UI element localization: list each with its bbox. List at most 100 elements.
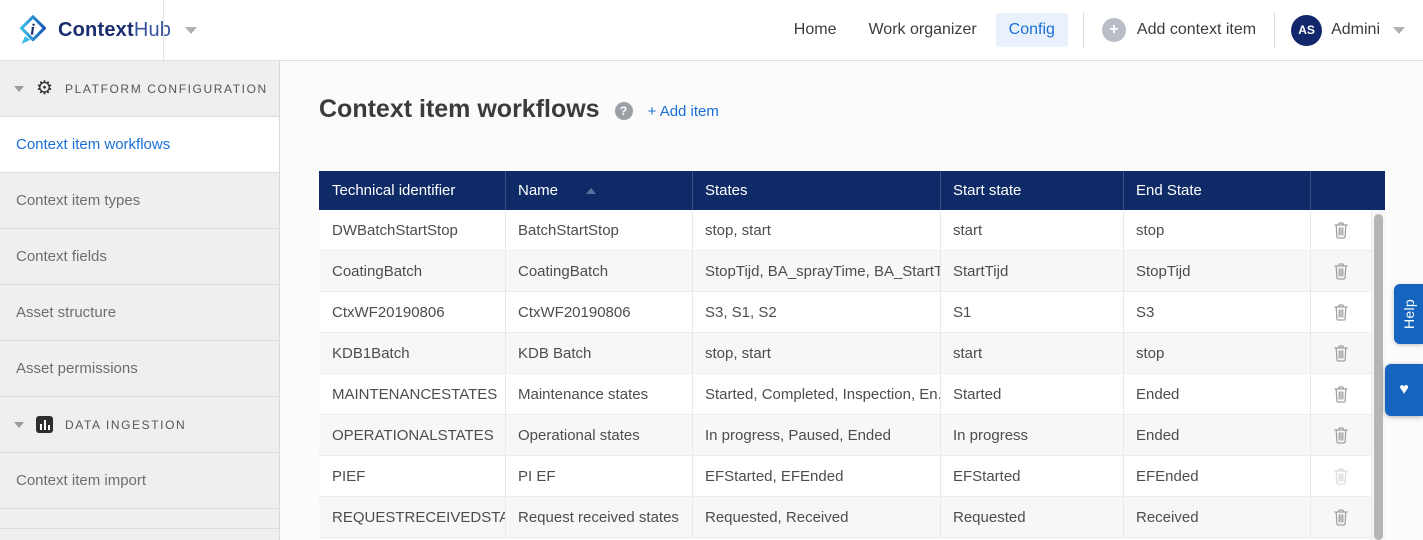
gear-icon: ⚙ (36, 78, 54, 99)
cell-technical-identifier: DWBatchStartStop (332, 221, 458, 239)
help-tab[interactable]: Help (1394, 284, 1423, 344)
heart-button[interactable]: ♥ (1385, 364, 1423, 416)
delete-button[interactable] (1331, 342, 1351, 365)
cell-actions (1310, 497, 1371, 537)
delete-button[interactable] (1331, 506, 1351, 529)
cell-actions (1310, 210, 1371, 250)
column-header-end-state[interactable]: End State (1123, 171, 1310, 210)
cell-states: StopTijd, BA_sprayTime, BA_StartTi... (692, 251, 940, 291)
delete-button[interactable] (1331, 219, 1351, 242)
sidebar-section-platform-configuration[interactable]: ⚙ PLATFORM CONFIGURATION (0, 61, 279, 117)
trash-icon (1333, 262, 1349, 281)
trash-icon (1333, 508, 1349, 527)
delete-button[interactable] (1331, 424, 1351, 447)
cell-actions (1310, 333, 1371, 373)
sidebar-item-asset-permissions[interactable]: Asset permissions (0, 341, 279, 397)
contexthub-logo[interactable]: i ContextHub (0, 0, 213, 60)
table-row[interactable]: PIEF PI EF EFStarted, EFEnded EFStarted EFEn… (319, 456, 1371, 497)
sidebar-section-data-ingestion[interactable]: DATA INGESTION (0, 397, 279, 453)
contexthub-logo-icon: i (18, 14, 48, 46)
cell-states: S3, S1, S2 (692, 292, 940, 332)
table-header: Technical identifier Name States Start stat… (319, 171, 1385, 210)
trash-icon (1333, 303, 1349, 322)
cell-states: stop, start (692, 333, 940, 373)
table-row[interactable]: CtxWF20190806 CtxWF20190806 S3, S1, S2 S1 S3 (319, 292, 1371, 333)
cell-technical-identifier: CtxWF20190806 (332, 303, 445, 321)
user-caret-icon (1393, 26, 1405, 34)
table-row[interactable]: DWBatchStartStop BatchStartStop stop, star… (319, 210, 1371, 251)
sidebar: ⚙ PLATFORM CONFIGURATION Context item work… (0, 61, 280, 540)
cell-end-state: Ended (1123, 415, 1310, 455)
add-context-item-label: Add context item (1136, 21, 1257, 38)
column-header-label: Name (518, 182, 559, 199)
cell-name: CtxWF20190806 (505, 292, 692, 332)
column-header-label: Technical identifier (332, 182, 456, 199)
cell-start-state: Requested (940, 497, 1123, 537)
trash-icon (1333, 221, 1349, 240)
trash-icon (1333, 385, 1349, 404)
cell-actions (1310, 251, 1371, 291)
sidebar-item-context-item-import[interactable]: Context item import (0, 453, 279, 509)
cell-start-state: start (940, 210, 1123, 250)
sidebar-item-context-item-types[interactable]: Context item types (0, 173, 279, 229)
cell-name: Request received states (505, 497, 692, 537)
table-row[interactable]: MAINTENANCESTATES Maintenance states Start… (319, 374, 1371, 415)
delete-button[interactable] (1331, 383, 1351, 406)
heart-icon: ♥ (1399, 381, 1409, 398)
cell-start-state: start (940, 333, 1123, 373)
nav-home[interactable]: Home (781, 13, 850, 47)
chevron-down-icon (14, 85, 24, 92)
avatar: AS (1291, 14, 1323, 46)
cell-actions (1310, 415, 1371, 455)
cell-end-state: S3 (1123, 292, 1310, 332)
topnav-divider-1 (1082, 12, 1084, 48)
top-nav: Home Work organizer Config + Add context i… (778, 12, 1423, 48)
cell-name: BatchStartStop (505, 210, 692, 250)
cell-end-state: stop (1123, 210, 1310, 250)
table-row[interactable]: OPERATIONALSTATES Operational states In pr… (319, 415, 1371, 456)
trash-icon (1333, 426, 1349, 445)
table-row[interactable]: REQUESTRECEIVEDSTA... Request received st… (319, 497, 1371, 538)
column-header-start-state[interactable]: Start state (940, 171, 1123, 210)
cell-end-state: Ended (1123, 374, 1310, 414)
main-content: Context item workflows ? + Add item Tech… (281, 61, 1423, 540)
add-item-button[interactable]: + Add item (648, 103, 719, 120)
cell-start-state: S1 (940, 292, 1123, 332)
table-scrollbar[interactable] (1371, 210, 1385, 540)
delete-button (1331, 465, 1351, 488)
add-context-item-button[interactable]: + Add context item (1096, 18, 1262, 42)
table-row[interactable]: KDB1Batch KDB Batch stop, start start stop (319, 333, 1371, 374)
cell-end-state: Received (1123, 497, 1310, 537)
sidebar-item-asset-structure[interactable]: Asset structure (0, 285, 279, 341)
column-header-name[interactable]: Name (505, 171, 692, 210)
sort-asc-icon (586, 187, 597, 194)
cell-start-state: In progress (940, 415, 1123, 455)
nav-config[interactable]: Config (995, 13, 1068, 47)
column-header-states[interactable]: States (692, 171, 940, 210)
page-head: Context item workflows ? + Add item (281, 61, 1423, 124)
bar-chart-icon (36, 416, 53, 433)
scrollbar-thumb[interactable] (1374, 214, 1383, 540)
plus-icon: + (1101, 18, 1126, 42)
table-row[interactable]: CoatingBatch CoatingBatch StopTijd, BA_spr… (319, 251, 1371, 292)
sidebar-item-context-fields[interactable]: Context fields (0, 229, 279, 285)
user-menu[interactable]: AS Admini (1287, 14, 1413, 46)
nav-work-organizer[interactable]: Work organizer (855, 13, 989, 47)
trash-icon (1333, 344, 1349, 363)
cell-start-state: StartTijd (940, 251, 1123, 291)
column-header-actions (1310, 171, 1385, 210)
delete-button[interactable] (1331, 260, 1351, 283)
cell-actions (1310, 456, 1371, 496)
column-header-technical-identifier[interactable]: Technical identifier (319, 171, 505, 210)
help-icon[interactable]: ? (614, 102, 633, 120)
cell-states: EFStarted, EFEnded (692, 456, 940, 496)
delete-button[interactable] (1331, 301, 1351, 324)
sidebar-section-title: PLATFORM CONFIGURATION (65, 81, 268, 96)
cell-technical-identifier: MAINTENANCESTATES (332, 385, 498, 403)
cell-actions (1310, 292, 1371, 332)
sidebar-section-title: DATA INGESTION (65, 417, 187, 432)
column-header-label: Start state (953, 182, 1022, 199)
brand-caret-icon[interactable] (185, 26, 198, 34)
sidebar-item-context-item-workflows[interactable]: Context item workflows (0, 117, 279, 173)
column-header-label: End State (1136, 182, 1202, 199)
